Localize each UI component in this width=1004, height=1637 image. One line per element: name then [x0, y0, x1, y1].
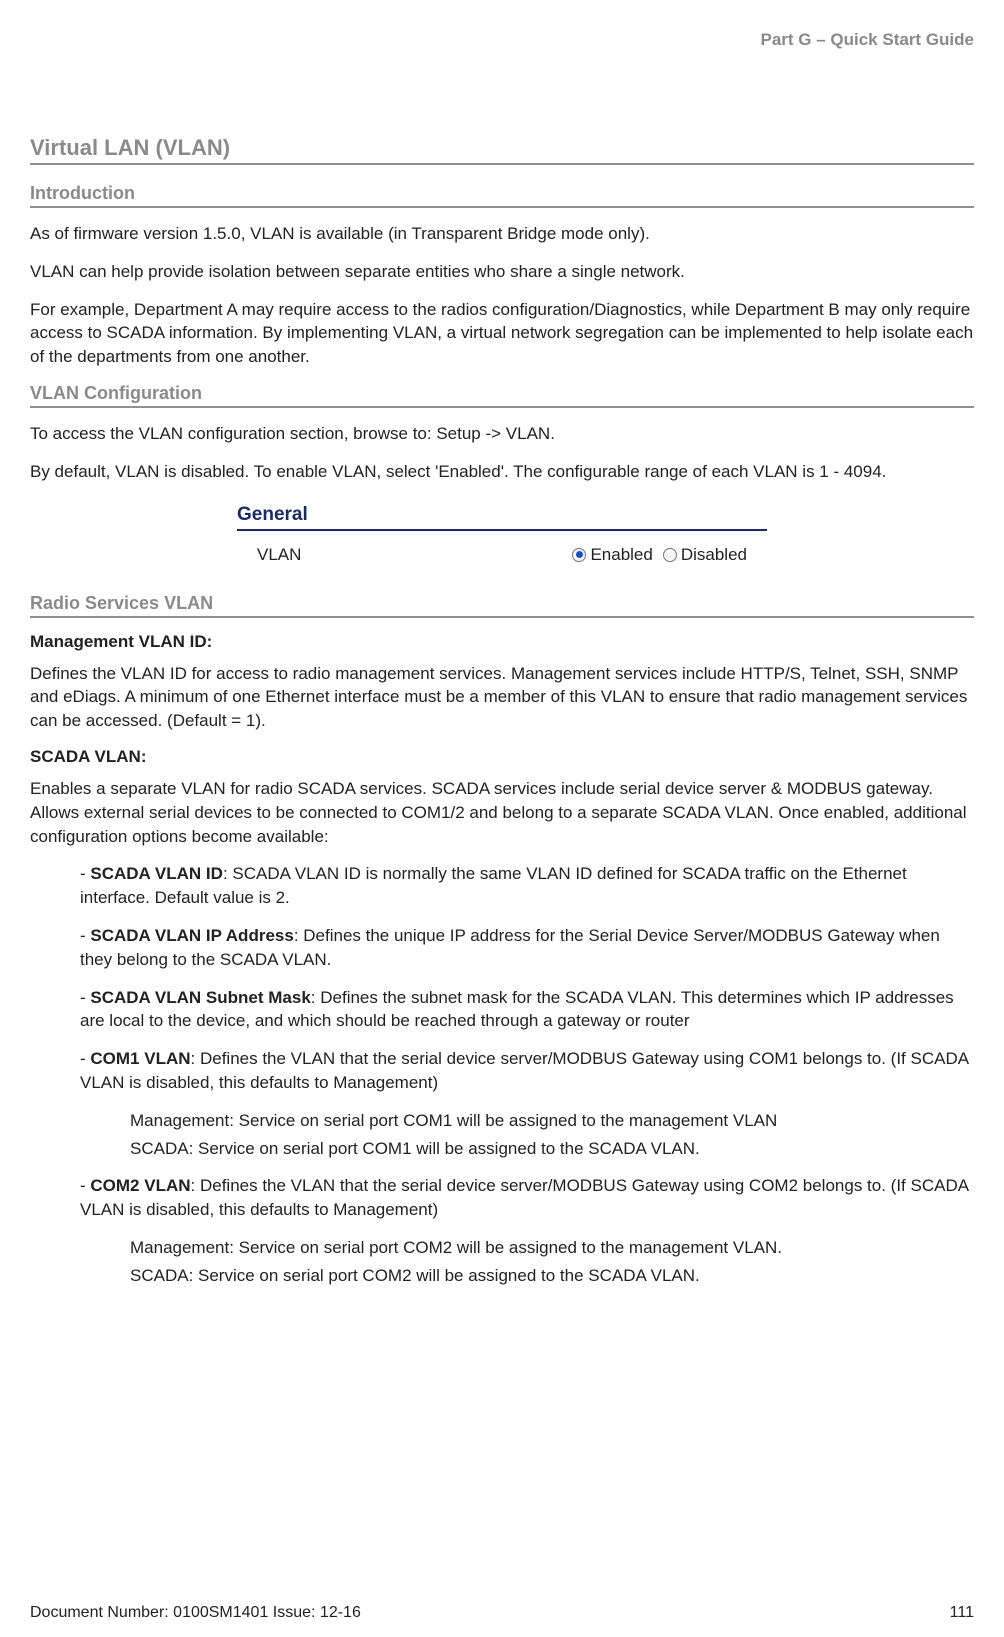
intro-p3: For example, Department A may require ac… — [30, 298, 974, 369]
scada-com2-scada: SCADA: Service on serial port COM2 will … — [130, 1264, 974, 1288]
intro-p2: VLAN can help provide isolation between … — [30, 260, 974, 284]
general-panel: General VLAN Enabled Disabled — [30, 504, 974, 569]
scada-vlan-body: Enables a separate VLAN for radio SCADA … — [30, 777, 974, 848]
vlan-row-label: VLAN — [257, 545, 301, 565]
mgmt-vlan-id-label: Management VLAN ID: — [30, 632, 974, 652]
vlan-enabled-radio[interactable] — [572, 548, 586, 562]
config-p2: By default, VLAN is disabled. To enable … — [30, 460, 974, 484]
section-radio-services-vlan: Radio Services VLAN — [30, 593, 974, 618]
scada-bullet-id: - SCADA VLAN ID: SCADA VLAN ID is normal… — [80, 862, 974, 910]
section-vlan-config: VLAN Configuration — [30, 383, 974, 408]
mgmt-vlan-id-body: Defines the VLAN ID for access to radio … — [30, 662, 974, 733]
vlan-enabled-label: Enabled — [590, 545, 652, 565]
scada-bullet-com1: - COM1 VLAN: Defines the VLAN that the s… — [80, 1047, 974, 1095]
scada-com1-mgmt: Management: Service on serial port COM1 … — [130, 1109, 974, 1133]
config-p1: To access the VLAN configuration section… — [30, 422, 974, 446]
intro-p1: As of firmware version 1.5.0, VLAN is av… — [30, 222, 974, 246]
scada-bullet-com2: - COM2 VLAN: Defines the VLAN that the s… — [80, 1174, 974, 1222]
page-header-part: Part G – Quick Start Guide — [30, 30, 974, 50]
scada-bullet-subnet: - SCADA VLAN Subnet Mask: Defines the su… — [80, 986, 974, 1034]
vlan-disabled-radio[interactable] — [663, 548, 677, 562]
scada-bullet-ip: - SCADA VLAN IP Address: Defines the uni… — [80, 924, 974, 972]
scada-com1-scada: SCADA: Service on serial port COM1 will … — [130, 1137, 974, 1161]
section-introduction: Introduction — [30, 183, 974, 208]
vlan-disabled-label: Disabled — [681, 545, 747, 565]
scada-com2-mgmt: Management: Service on serial port COM2 … — [130, 1236, 974, 1260]
general-panel-title: General — [237, 504, 767, 531]
page-title: Virtual LAN (VLAN) — [30, 135, 974, 165]
footer-pagenum: 111 — [950, 1604, 974, 1622]
page-footer: Document Number: 0100SM1401 Issue: 12-16… — [30, 1604, 974, 1622]
scada-vlan-label: SCADA VLAN: — [30, 747, 974, 767]
footer-docnum: Document Number: 0100SM1401 Issue: 12-16 — [30, 1604, 361, 1622]
